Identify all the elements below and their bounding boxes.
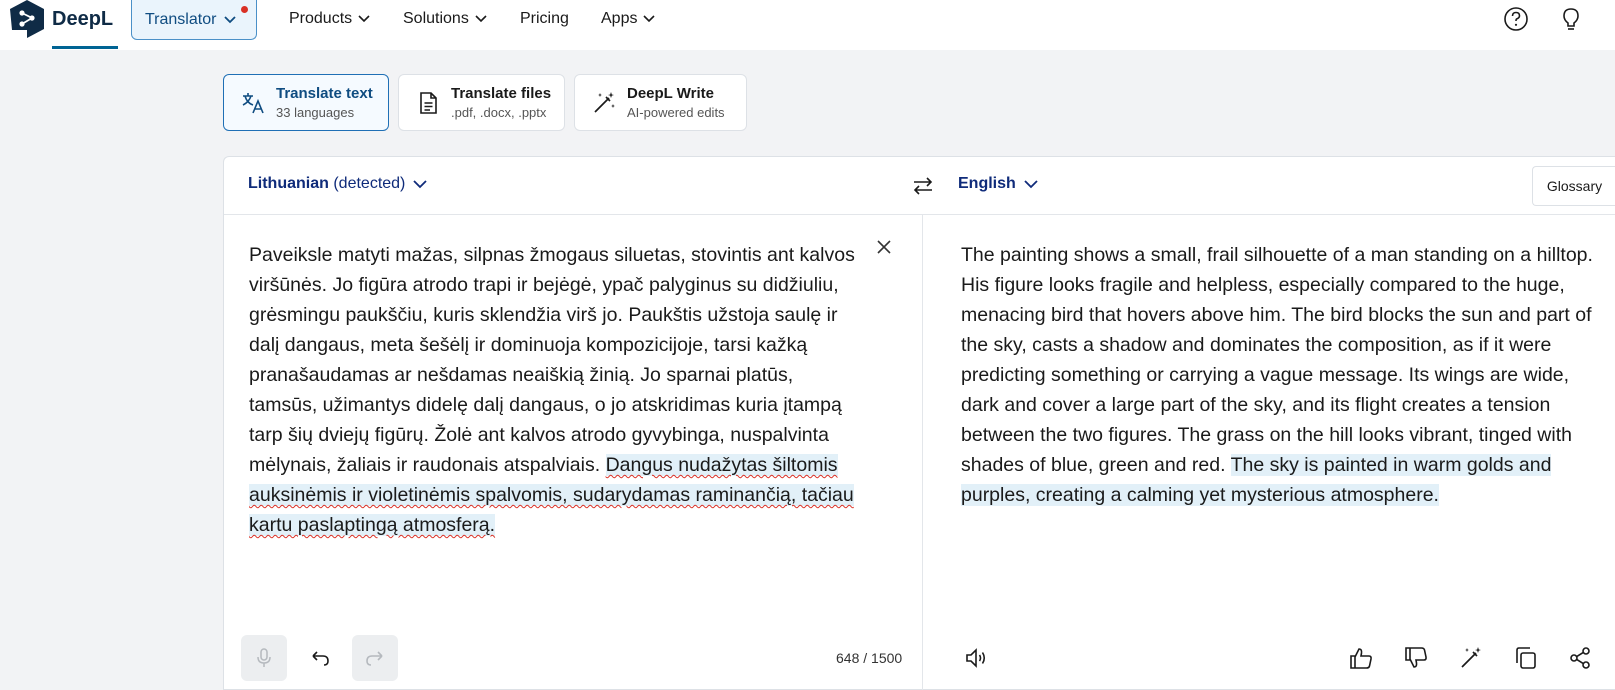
tab-deepl-write-subtitle: AI-powered edits	[627, 104, 725, 120]
chevron-down-icon	[413, 179, 428, 188]
source-language-name: Lithuanian	[248, 175, 329, 192]
top-nav: DeepL Translator Products Solutions Pric…	[0, 0, 1615, 50]
magic-wand-icon[interactable]	[1458, 645, 1484, 671]
tab-translate-text[interactable]: Translate text 33 languages	[223, 74, 389, 131]
thumbs-down-icon[interactable]	[1403, 645, 1429, 671]
tab-deepl-write[interactable]: DeepL Write AI-powered edits	[574, 74, 747, 131]
undo-button[interactable]	[297, 635, 343, 681]
nav-apps[interactable]: Apps	[601, 10, 656, 28]
source-text-plain: Paveiksle matyti mažas, silpnas žmogaus …	[249, 244, 855, 476]
target-language-select[interactable]: English	[958, 175, 1038, 193]
panel-divider	[922, 215, 923, 690]
deepl-logo-icon[interactable]	[10, 0, 44, 38]
translate-icon	[242, 92, 264, 113]
chevron-down-icon	[475, 15, 487, 23]
microphone-icon	[257, 648, 271, 667]
chevron-down-icon	[1024, 179, 1038, 188]
chevron-down-icon	[224, 15, 237, 23]
tab-translate-files[interactable]: Translate files .pdf, .docx, .pptx	[398, 74, 565, 131]
source-text-input[interactable]: Paveiksle matyti mažas, silpnas žmogaus …	[249, 240, 864, 540]
detected-note: (detected)	[333, 175, 406, 192]
magic-wand-icon	[594, 91, 615, 113]
nav-solutions[interactable]: Solutions	[403, 10, 487, 28]
redo-icon	[366, 651, 383, 666]
speaker-icon[interactable]	[963, 645, 989, 671]
target-language-name: English	[958, 175, 1016, 192]
close-icon[interactable]	[874, 237, 894, 257]
tab-translate-files-title: Translate files	[451, 84, 552, 102]
swap-languages-icon[interactable]	[910, 173, 936, 199]
share-icon[interactable]	[1567, 645, 1593, 671]
translator-panel: Lithuanian (detected) English Glossary P…	[223, 156, 1615, 690]
logo-text[interactable]: DeepL	[52, 8, 113, 31]
target-text-plain: The painting shows a small, frail silhou…	[961, 244, 1593, 476]
active-nav-underline	[52, 46, 118, 49]
tab-translate-files-subtitle: .pdf, .docx, .pptx	[451, 104, 547, 120]
target-text-output[interactable]: The painting shows a small, frail silhou…	[961, 240, 1601, 510]
tab-translate-text-subtitle: 33 languages	[276, 104, 355, 120]
character-count: 648 / 1500	[836, 650, 903, 666]
nav-pricing[interactable]: Pricing	[520, 10, 569, 28]
chevron-down-icon	[358, 15, 370, 23]
source-language-select[interactable]: Lithuanian (detected)	[248, 175, 428, 193]
undo-icon	[312, 651, 329, 666]
nav-pricing-label: Pricing	[520, 10, 569, 27]
notification-dot	[241, 6, 248, 13]
translator-menu-button[interactable]: Translator	[131, 0, 257, 40]
glossary-button[interactable]: Glossary	[1532, 166, 1615, 206]
microphone-button[interactable]	[241, 635, 287, 681]
chevron-down-icon	[643, 15, 656, 23]
translator-label: Translator	[145, 10, 217, 28]
help-icon[interactable]	[1503, 6, 1529, 32]
nav-products[interactable]: Products	[289, 10, 370, 28]
language-bar: Lithuanian (detected) English Glossary	[224, 157, 1615, 215]
thumbs-up-icon[interactable]	[1348, 645, 1374, 671]
redo-button[interactable]	[352, 635, 398, 681]
nav-solutions-label: Solutions	[403, 10, 469, 27]
file-icon	[420, 91, 437, 114]
tab-deepl-write-title: DeepL Write	[627, 84, 714, 102]
nav-products-label: Products	[289, 10, 353, 27]
tab-translate-text-title: Translate text	[276, 84, 373, 102]
copy-icon[interactable]	[1513, 645, 1539, 671]
nav-apps-label: Apps	[601, 10, 638, 27]
lightbulb-icon[interactable]	[1558, 6, 1584, 32]
